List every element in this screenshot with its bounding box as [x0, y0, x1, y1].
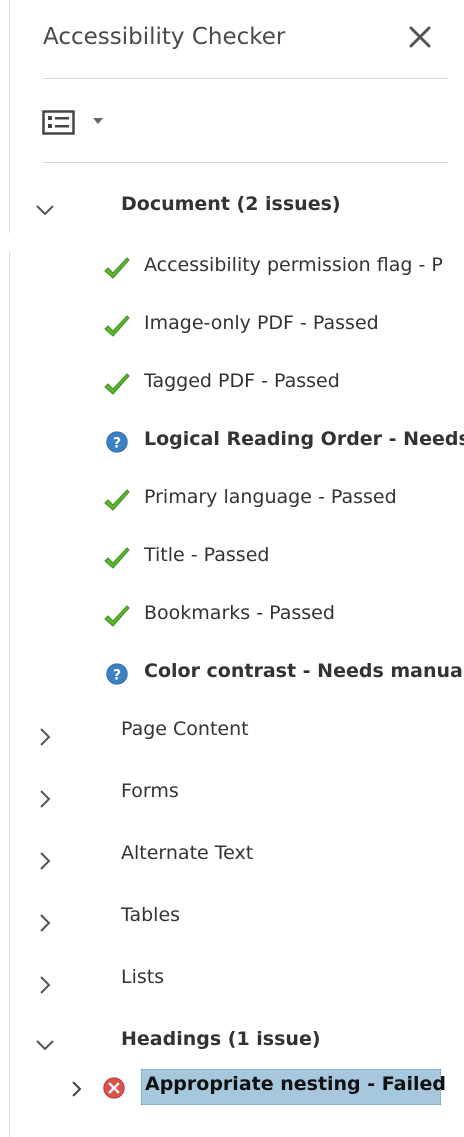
svg-text:?: ? — [113, 436, 121, 452]
chevron-right-icon[interactable] — [32, 848, 58, 874]
tree-group-alternate-text[interactable]: Alternate Text — [0, 834, 464, 878]
tree-item[interactable]: Tagged PDF - Passed — [0, 362, 464, 406]
tree-item-label: Tagged PDF - Passed — [144, 370, 340, 392]
tree-item[interactable]: Title - Passed — [0, 536, 464, 580]
tree-item[interactable]: Bookmarks - Passed — [0, 594, 464, 638]
tree-group-label: Document (2 issues) — [121, 193, 341, 215]
tree-item-label: Primary language - Passed — [144, 486, 397, 508]
close-button[interactable] — [403, 18, 439, 58]
tree-item-label: Image-only PDF - Passed — [144, 312, 379, 334]
check-icon — [104, 489, 130, 511]
tree-item-label: Color contrast - Needs manual — [144, 660, 464, 682]
tree-group-label: Lists — [121, 966, 165, 988]
tree-group-label: Forms — [121, 780, 179, 802]
question-icon: ? — [106, 663, 128, 685]
check-icon — [104, 547, 130, 569]
close-icon — [409, 26, 431, 48]
tree-item-label: Accessibility permission flag - P — [144, 254, 443, 276]
tree-item-label: Logical Reading Order - Needs — [144, 428, 464, 450]
tree-group-label: Page Content — [121, 718, 249, 740]
tree-group-lists[interactable]: Lists — [0, 958, 464, 1002]
tree-item-label: Title - Passed — [144, 544, 270, 566]
question-icon: ? — [106, 431, 128, 453]
panel-title: Accessibility Checker — [43, 24, 286, 50]
tree-item[interactable]: ? Logical Reading Order - Needs — [0, 420, 464, 464]
tree-item-selected[interactable]: Appropriate nesting - Failed — [0, 1065, 464, 1109]
chevron-right-icon[interactable] — [32, 786, 58, 812]
tree-group-document[interactable]: Document (2 issues) — [0, 185, 464, 229]
chevron-down-icon[interactable] — [32, 1032, 58, 1058]
caret-down-icon — [93, 118, 103, 124]
check-icon — [104, 373, 130, 395]
check-icon — [104, 605, 130, 627]
chevron-right-icon[interactable] — [68, 1079, 86, 1099]
tree-group-headings[interactable]: Headings (1 issue) — [0, 1020, 464, 1064]
options-menu-button[interactable] — [42, 105, 112, 139]
divider — [43, 162, 448, 163]
chevron-right-icon[interactable] — [32, 724, 58, 750]
chevron-right-icon[interactable] — [32, 972, 58, 998]
check-icon — [104, 315, 130, 337]
tree-item[interactable]: Image-only PDF - Passed — [0, 304, 464, 348]
svg-text:?: ? — [113, 668, 121, 684]
tree-group-page-content[interactable]: Page Content — [0, 710, 464, 754]
chevron-down-icon[interactable] — [32, 197, 58, 223]
chevron-right-icon[interactable] — [32, 910, 58, 936]
tree-group-forms[interactable]: Forms — [0, 772, 464, 816]
tree-item[interactable]: Accessibility permission flag - P — [0, 246, 464, 290]
tree-item[interactable]: ? Color contrast - Needs manual — [0, 652, 464, 696]
failed-icon — [103, 1077, 125, 1099]
tree-group-label: Alternate Text — [121, 842, 254, 864]
tree-group-label: Tables — [121, 904, 181, 926]
tree-item[interactable]: Primary language - Passed — [0, 478, 464, 522]
tree-group-label: Headings (1 issue) — [121, 1028, 321, 1050]
tree-group-tables[interactable]: Tables — [0, 896, 464, 940]
check-icon — [104, 257, 130, 279]
divider — [43, 78, 448, 79]
tree-item-label: Appropriate nesting - Failed — [145, 1073, 446, 1095]
tree-item-label: Bookmarks - Passed — [144, 602, 335, 624]
accessibility-checker-panel: Accessibility Checker Document (2 issues… — [0, 0, 464, 1137]
list-options-icon — [42, 110, 75, 135]
